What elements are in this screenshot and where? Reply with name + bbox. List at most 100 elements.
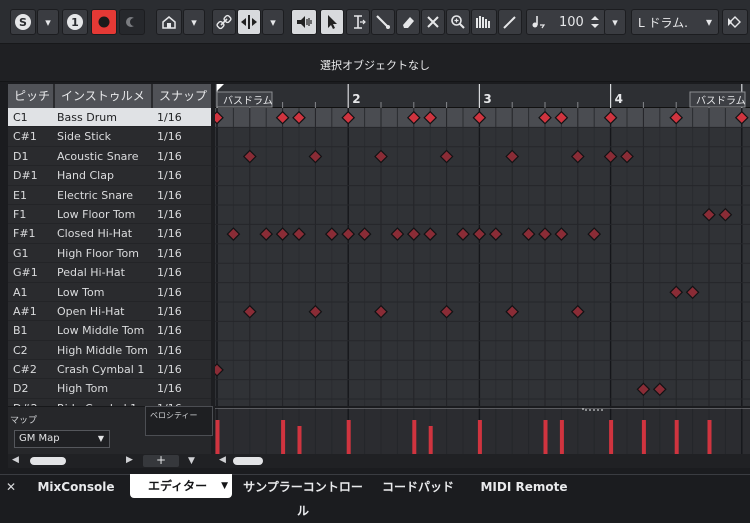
insert-velocity-button[interactable] xyxy=(156,9,182,35)
drum-list-row[interactable]: F#1 Closed Hi-Hat 1/16 xyxy=(8,224,211,244)
drum-list-row[interactable]: G1 High Floor Tom 1/16 xyxy=(8,244,211,264)
tab-sampler-control[interactable]: サンプラーコントロール xyxy=(240,475,366,518)
drum-note[interactable] xyxy=(669,285,684,300)
drum-list-row[interactable]: E1 Electric Snare 1/16 xyxy=(8,186,211,205)
drum-list-row[interactable]: D1 Acoustic Snare 1/16 xyxy=(8,147,211,167)
scroll-left-icon[interactable]: ◀ xyxy=(12,455,19,465)
note-grid-canvas[interactable] xyxy=(215,108,750,406)
velocity-bar[interactable] xyxy=(346,420,351,454)
insert-dropdown-button[interactable]: ▾ xyxy=(183,9,205,35)
drumstick-tool[interactable] xyxy=(371,9,395,35)
drum-list-row[interactable]: D2 High Tom 1/16 xyxy=(8,379,211,399)
velocity-bar[interactable] xyxy=(543,420,548,454)
drum-list-row[interactable]: C1 Bass Drum 1/16 xyxy=(8,108,211,128)
zoom-tool[interactable] xyxy=(446,9,470,35)
drum-note[interactable] xyxy=(341,227,356,241)
lane-menu-chevron-down-icon[interactable]: ▼ xyxy=(188,456,195,466)
drum-note[interactable] xyxy=(685,285,700,300)
drum-note[interactable] xyxy=(242,149,257,164)
drum-list-row[interactable]: C#1 Side Stick 1/16 xyxy=(8,127,211,147)
drum-note[interactable] xyxy=(324,227,339,241)
drum-note[interactable] xyxy=(406,227,421,241)
drum-note[interactable] xyxy=(587,227,602,241)
drum-note[interactable] xyxy=(702,207,716,222)
drum-note[interactable] xyxy=(505,149,520,164)
velocity-bar[interactable] xyxy=(297,426,302,454)
one-button[interactable]: 1 xyxy=(62,9,88,35)
part-name-label[interactable]: バスドラム xyxy=(216,91,273,108)
list-scrollbar-thumb[interactable] xyxy=(30,457,66,465)
drum-note[interactable] xyxy=(439,304,454,319)
drum-note[interactable] xyxy=(603,149,618,164)
velocity-bar[interactable] xyxy=(559,420,564,454)
drum-note[interactable] xyxy=(275,227,290,241)
drum-note[interactable] xyxy=(439,149,454,164)
drum-note[interactable] xyxy=(554,227,569,241)
drum-list-row[interactable]: B1 Low Middle Tom 1/16 xyxy=(8,321,211,341)
drum-list-row[interactable]: C2 High Middle Tom 1/16 xyxy=(8,341,211,361)
drum-note[interactable] xyxy=(505,304,520,319)
drum-note[interactable] xyxy=(718,207,733,222)
tab-chord-pads[interactable]: コードパッド xyxy=(380,475,456,499)
drum-note[interactable] xyxy=(521,227,536,241)
velocity-bar[interactable] xyxy=(609,420,614,454)
drum-list-row[interactable]: G#1 Pedal Hi-Hat 1/16 xyxy=(8,263,211,283)
drum-note[interactable] xyxy=(570,149,585,164)
drum-list-row[interactable]: A#1 Open Hi-Hat 1/16 xyxy=(8,302,211,322)
tab-mixconsole[interactable]: MixConsole xyxy=(24,475,128,499)
scroll-left-icon[interactable]: ◀ xyxy=(219,455,226,465)
drum-note[interactable] xyxy=(423,227,438,241)
velocity-bar[interactable] xyxy=(428,426,433,454)
part-name-label-end[interactable]: バスドラム xyxy=(689,91,746,108)
solo-button[interactable]: S xyxy=(10,9,36,35)
editor-scrollbar-thumb[interactable] xyxy=(233,457,263,465)
drum-list-row[interactable]: C#2 Crash Cymbal 1 1/16 xyxy=(8,360,211,380)
velocity-dropdown-button[interactable]: ▾ xyxy=(604,9,626,35)
draw-tool[interactable] xyxy=(498,9,522,35)
drum-note[interactable] xyxy=(620,149,634,164)
ruler-canvas[interactable]: 2 3 4 バスドラム バスドラム xyxy=(215,84,750,108)
drum-list-row[interactable]: D#2Ride Cymbal 11/16 xyxy=(8,399,211,406)
velocity-bar[interactable] xyxy=(641,420,646,454)
velocity-bar[interactable] xyxy=(215,420,220,454)
velocity-bar[interactable] xyxy=(412,420,417,454)
drum-note[interactable] xyxy=(390,227,405,241)
drum-list-row[interactable]: F1 Low Floor Tom 1/16 xyxy=(8,205,211,225)
drum-note[interactable] xyxy=(215,363,224,377)
line-tool[interactable] xyxy=(471,9,497,35)
ruler[interactable]: 2 3 4 バスドラム バスドラム xyxy=(215,84,750,108)
drum-note[interactable] xyxy=(652,382,667,397)
column-header-snap[interactable]: スナップ xyxy=(153,84,211,108)
drum-note[interactable] xyxy=(374,149,388,164)
drum-list-row[interactable]: D#1 Hand Clap 1/16 xyxy=(8,166,211,186)
drum-note[interactable] xyxy=(308,149,323,164)
velocity-bar[interactable] xyxy=(707,420,712,454)
tab-editor[interactable]: エディター ▼ xyxy=(130,474,232,498)
drum-note[interactable] xyxy=(538,227,552,241)
drum-note[interactable] xyxy=(488,227,503,241)
record-button[interactable] xyxy=(91,9,117,35)
monitor-button[interactable] xyxy=(119,9,145,35)
drum-note[interactable] xyxy=(636,382,651,397)
audio-feedback-button[interactable] xyxy=(291,9,317,35)
close-icon[interactable]: ✕ xyxy=(6,480,16,494)
drum-note[interactable] xyxy=(308,304,323,319)
velocity-bar[interactable] xyxy=(281,420,286,454)
add-lane-button[interactable]: + xyxy=(143,454,179,467)
column-header-pitch[interactable]: ピッチ xyxy=(8,84,55,108)
set-up-window-button[interactable] xyxy=(722,9,748,35)
drum-note[interactable] xyxy=(374,304,388,319)
drum-note[interactable] xyxy=(242,304,257,319)
tab-midi-remote[interactable]: MIDI Remote xyxy=(474,475,574,499)
link-button[interactable] xyxy=(212,9,236,35)
velocity-lane-canvas[interactable] xyxy=(215,408,750,454)
velocity-lane[interactable] xyxy=(215,408,750,454)
snap-dropdown-button[interactable]: ▾ xyxy=(262,9,284,35)
drum-note[interactable] xyxy=(226,227,241,241)
column-header-instrument[interactable]: インストゥルメント xyxy=(55,84,153,127)
object-select-tool[interactable] xyxy=(320,9,344,35)
drum-list-row[interactable]: A1 Low Tom 1/16 xyxy=(8,283,211,302)
range-select-tool[interactable] xyxy=(346,9,370,35)
drum-note[interactable] xyxy=(259,227,274,241)
drum-note[interactable] xyxy=(472,227,487,241)
